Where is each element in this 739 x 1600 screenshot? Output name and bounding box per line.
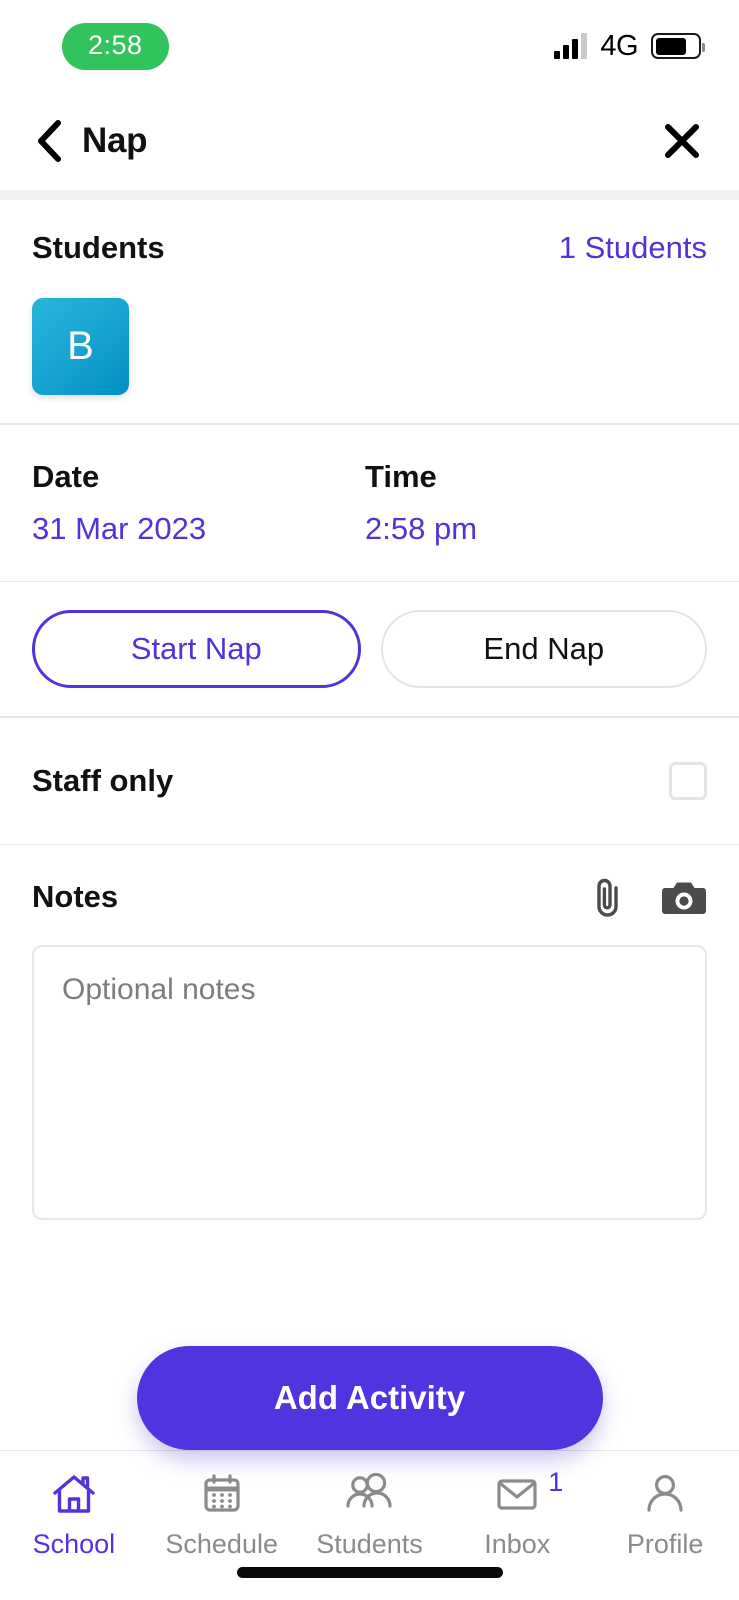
app-header: Nap [0,92,739,190]
student-avatar-list: B [32,298,707,395]
start-nap-button[interactable]: Start Nap [32,610,361,688]
cta-container: Add Activity [0,1346,739,1450]
home-indicator [236,1567,503,1578]
envelope-icon: 1 [495,1467,563,1519]
date-value[interactable]: 31 Mar 2023 [32,511,365,547]
notes-section: Notes Optional notes [0,845,739,1220]
network-type-label: 4G [600,29,638,62]
header-left-group: Nap [32,118,148,164]
time-label: Time [365,458,437,494]
tab-school[interactable]: School [0,1469,148,1560]
notes-label: Notes [32,879,119,914]
tab-label-profile: Profile [626,1529,704,1559]
students-count-link[interactable]: 1 Students [559,230,707,266]
datetime-section: Date 31 Mar 2023 Time 2:58 pm [0,425,739,581]
tab-profile[interactable]: Profile [591,1469,739,1560]
signal-strength-icon [554,33,588,59]
students-section: Students 1 Students B [0,200,739,423]
status-time-pill: 2:58 [62,22,169,70]
notes-placeholder: Optional notes [62,973,256,1006]
tab-label-school: School [32,1529,116,1559]
notes-textarea[interactable]: Optional notes [32,945,707,1220]
avatar[interactable]: B [32,298,129,395]
students-header-row: Students 1 Students [32,230,707,266]
add-activity-button[interactable]: Add Activity [136,1346,603,1450]
status-indicators: 4G [554,29,705,63]
tab-label-inbox: Inbox [484,1529,551,1559]
page-title: Nap [82,121,148,160]
calendar-icon [200,1469,244,1519]
chevron-left-icon[interactable] [32,118,66,164]
nap-toggle-group: Start Nap End Nap [0,582,739,716]
staff-only-checkbox[interactable] [669,761,707,800]
staff-only-row[interactable]: Staff only [0,718,739,844]
people-icon [343,1469,395,1519]
tab-students[interactable]: Students [296,1469,444,1560]
staff-only-label: Staff only [32,762,174,798]
status-bar: 2:58 4G [0,0,739,92]
person-icon [643,1469,687,1519]
close-icon[interactable] [659,118,705,164]
tab-schedule[interactable]: Schedule [148,1469,296,1560]
end-nap-button[interactable]: End Nap [380,610,707,688]
header-divider [0,190,739,200]
time-field[interactable]: Time 2:58 pm [365,459,698,547]
date-field[interactable]: Date 31 Mar 2023 [32,459,365,547]
time-value[interactable]: 2:58 pm [365,511,698,547]
battery-icon [651,33,705,59]
paperclip-icon[interactable] [591,875,625,919]
notes-action-icons [591,875,707,919]
home-icon [51,1469,97,1519]
app-screen: 2:58 4G Nap Students 1 Students B Date 3… [0,0,739,1600]
tab-label-students: Students [316,1529,423,1559]
camera-icon[interactable] [661,878,707,916]
tab-label-schedule: Schedule [165,1529,278,1559]
students-label: Students [32,230,165,265]
inbox-badge: 1 [548,1467,564,1497]
date-label: Date [32,458,100,494]
notes-header-row: Notes [32,875,707,919]
tab-inbox[interactable]: 1 Inbox [443,1467,591,1560]
form-content: Students 1 Students B Date 31 Mar 2023 T… [0,200,739,1384]
